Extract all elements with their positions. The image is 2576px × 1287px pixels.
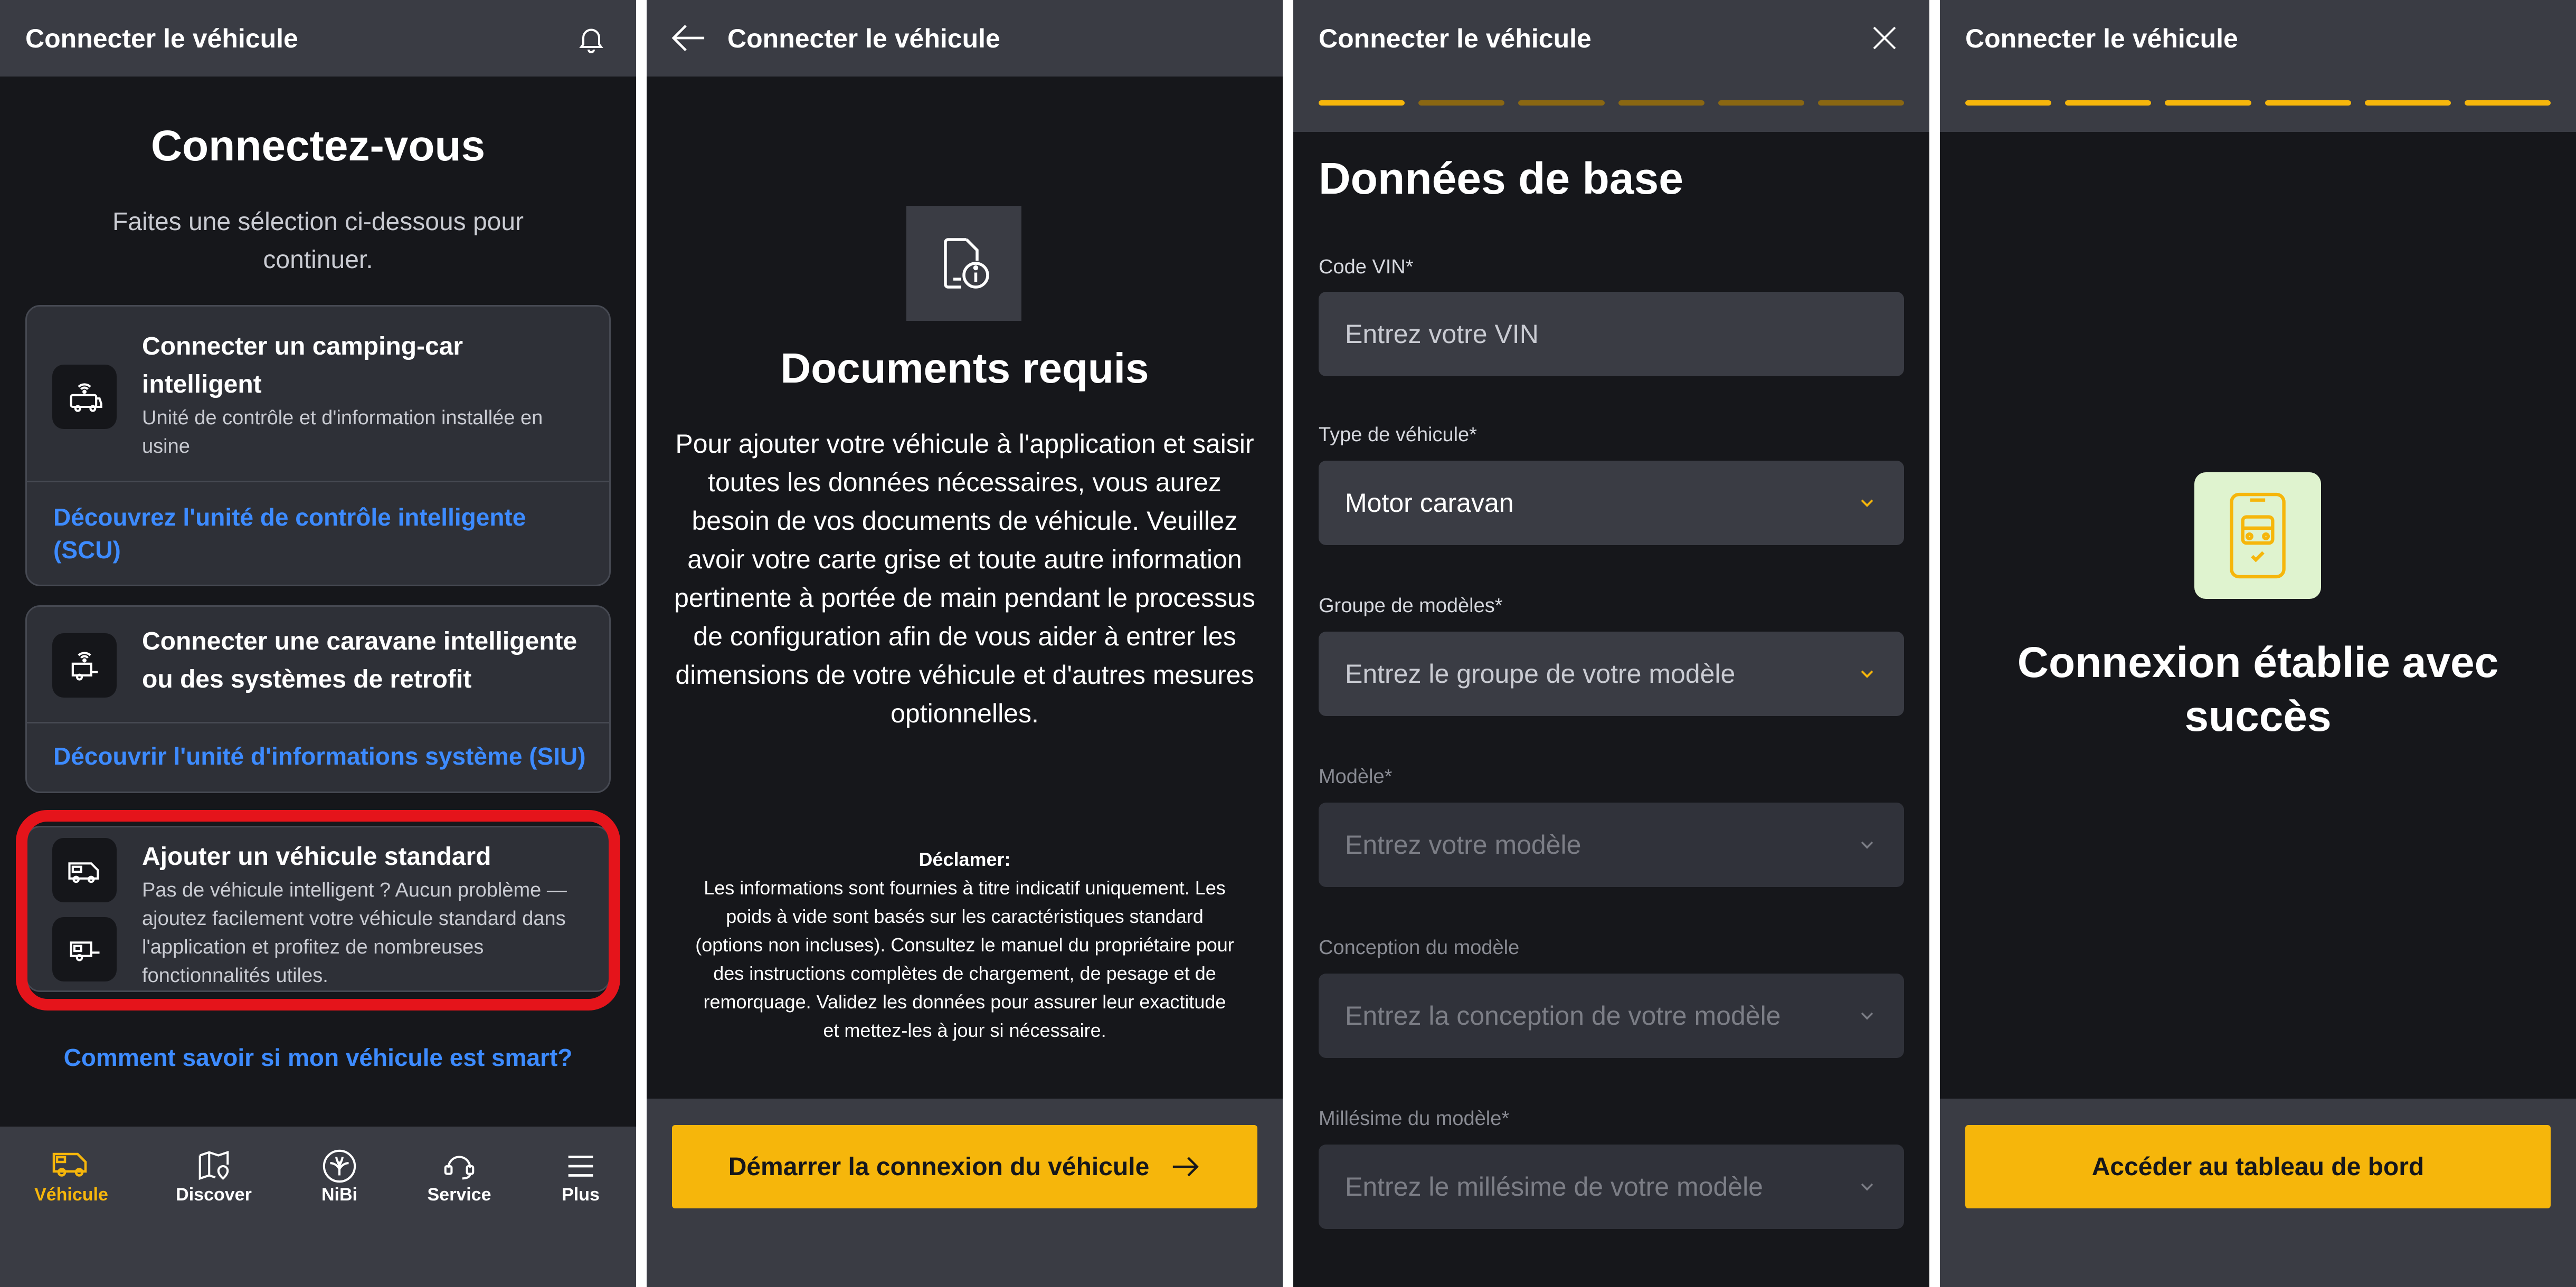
field-label: Code VIN* xyxy=(1319,256,1414,278)
app-header: Connecter le véhicule xyxy=(1293,0,1929,132)
page-title: Données de base xyxy=(1319,154,1683,203)
progress-step xyxy=(2065,100,2152,106)
document-info-icon xyxy=(906,206,1021,321)
field-label: Groupe de modèles* xyxy=(1319,595,1503,617)
app-header: Connecter le véhicule xyxy=(0,0,636,77)
nav-service[interactable]: Service xyxy=(406,1127,512,1287)
nav-discover[interactable]: Discover xyxy=(161,1127,267,1287)
progress-step xyxy=(1319,100,1405,106)
nav-nibi[interactable]: NiBi xyxy=(287,1127,392,1287)
progress-step xyxy=(1817,100,1905,106)
progress-step xyxy=(2165,100,2251,106)
menu-icon xyxy=(562,1148,599,1187)
screen-required-documents: Connecter le véhicule Documents requis P… xyxy=(647,0,1283,1287)
bottom-navigation: Véhicule Discover NiBi Service Plus xyxy=(0,1127,636,1287)
field-placeholder: Entrez le groupe de votre modèle xyxy=(1345,659,1736,689)
nav-more[interactable]: Plus xyxy=(528,1127,633,1287)
vin-input[interactable]: Entrez votre VIN xyxy=(1319,292,1904,376)
header-title: Connecter le véhicule xyxy=(25,24,298,53)
model-select[interactable]: Entrez votre modèle xyxy=(1319,803,1904,887)
arrow-right-icon xyxy=(1170,1153,1201,1180)
card-divider xyxy=(27,481,609,482)
van-icon xyxy=(51,1148,92,1182)
field-label: Conception du modèle xyxy=(1319,937,1520,959)
go-to-dashboard-button[interactable]: Accéder au tableau de bord xyxy=(1965,1125,2551,1208)
bell-icon[interactable] xyxy=(575,23,607,55)
field-label: Millésime du modèle* xyxy=(1319,1108,1510,1130)
screen-connect-options: Connecter le véhicule Connectez-vous Fai… xyxy=(0,0,636,1287)
header-title: Connecter le véhicule xyxy=(1965,24,2238,53)
chevron-down-icon xyxy=(1857,1005,1878,1026)
back-arrow-icon[interactable] xyxy=(670,21,707,55)
link-discover-siu[interactable]: Découvrir l'unité d'informations système… xyxy=(53,740,588,773)
progress-step xyxy=(1618,100,1704,106)
caravan-signal-icon xyxy=(52,633,117,698)
nav-label: NiBi xyxy=(321,1185,357,1205)
bottom-action-bar: Démarrer la connexion du véhicule xyxy=(647,1099,1283,1287)
page-subtitle: Faites une sélection ci-dessous pour con… xyxy=(112,208,524,274)
app-header: Connecter le véhicule xyxy=(1940,0,2576,132)
progress-step xyxy=(2464,100,2551,106)
close-icon[interactable] xyxy=(1869,22,1900,54)
nibi-logo-icon xyxy=(321,1148,358,1187)
screen-connection-success: Connecter le véhicule Connexion établie … xyxy=(1940,0,2576,1287)
page-title: Documents requis xyxy=(780,345,1149,392)
card-title: Connecter une caravane intelligente ou d… xyxy=(142,627,577,693)
highlight-annotation xyxy=(16,810,620,1010)
card-smart-caravan[interactable]: Connecter une caravane intelligente ou d… xyxy=(25,605,611,793)
nav-label: Véhicule xyxy=(34,1185,108,1205)
field-placeholder: Entrez votre modèle xyxy=(1345,830,1581,860)
field-placeholder: Entrez la conception de votre modèle xyxy=(1345,1001,1781,1031)
map-pin-icon xyxy=(195,1148,232,1187)
card-smart-motorhome[interactable]: Connecter un camping-car intelligent Uni… xyxy=(25,305,611,586)
progress-step xyxy=(1965,100,2052,106)
step-progress xyxy=(1965,100,2551,106)
card-divider xyxy=(27,722,609,723)
headset-icon xyxy=(441,1148,478,1187)
disclaimer-title: Déclamer: xyxy=(918,849,1011,870)
card-description: Unité de contrôle et d'information insta… xyxy=(142,407,543,457)
nav-vehicle[interactable]: Véhicule xyxy=(18,1127,124,1287)
card-title: Connecter un camping-car intelligent xyxy=(142,332,463,398)
chevron-down-icon xyxy=(1857,663,1878,684)
progress-step xyxy=(1418,100,1505,106)
vehicle-type-select[interactable]: Motor caravan xyxy=(1319,461,1904,545)
info-paragraph: Pour ajouter votre véhicule à l'applicat… xyxy=(674,429,1255,728)
screen-basic-data: Connecter le véhicule Données de base Co… xyxy=(1293,0,1929,1287)
nav-label: Plus xyxy=(562,1185,600,1205)
bottom-action-bar: Accéder au tableau de bord xyxy=(1940,1099,2576,1287)
chevron-down-icon xyxy=(1857,492,1878,513)
phone-vehicle-check-icon xyxy=(2194,472,2321,599)
model-year-select[interactable]: Entrez le millésime de votre modèle xyxy=(1319,1145,1904,1229)
field-label: Type de véhicule* xyxy=(1319,424,1477,446)
chevron-down-icon xyxy=(1857,834,1878,855)
progress-step xyxy=(2364,100,2451,106)
disclaimer-text: Les informations sont fournies à titre i… xyxy=(695,877,1234,1041)
model-group-select[interactable]: Entrez le groupe de votre modèle xyxy=(1319,632,1904,716)
page-title: Connectez-vous xyxy=(150,122,486,170)
progress-step xyxy=(1718,100,1804,106)
success-title: Connexion établie avec succès xyxy=(2017,638,2499,740)
chevron-down-icon xyxy=(1857,1176,1878,1197)
field-label: Modèle* xyxy=(1319,766,1393,788)
button-label: Démarrer la connexion du véhicule xyxy=(728,1152,1150,1181)
header-title: Connecter le véhicule xyxy=(727,24,1000,53)
header-title: Connecter le véhicule xyxy=(1319,24,1592,53)
step-progress xyxy=(1319,100,1905,106)
field-placeholder: Entrez votre VIN xyxy=(1345,319,1539,349)
nav-label: Service xyxy=(427,1185,491,1205)
link-discover-scu[interactable]: Découvrez l'unité de contrôle intelligen… xyxy=(53,501,588,566)
progress-step xyxy=(2265,100,2351,106)
motorhome-signal-icon xyxy=(52,365,117,429)
field-value: Motor caravan xyxy=(1345,488,1514,518)
model-design-select[interactable]: Entrez la conception de votre modèle xyxy=(1319,974,1904,1058)
nav-label: Discover xyxy=(176,1185,252,1205)
progress-step xyxy=(1518,100,1605,106)
field-placeholder: Entrez le millésime de votre modèle xyxy=(1345,1172,1763,1202)
start-connection-button[interactable]: Démarrer la connexion du véhicule xyxy=(672,1125,1257,1208)
button-label: Accéder au tableau de bord xyxy=(2091,1152,2425,1181)
help-link[interactable]: Comment savoir si mon véhicule est smart… xyxy=(0,1043,636,1072)
app-header: Connecter le véhicule xyxy=(647,0,1283,77)
